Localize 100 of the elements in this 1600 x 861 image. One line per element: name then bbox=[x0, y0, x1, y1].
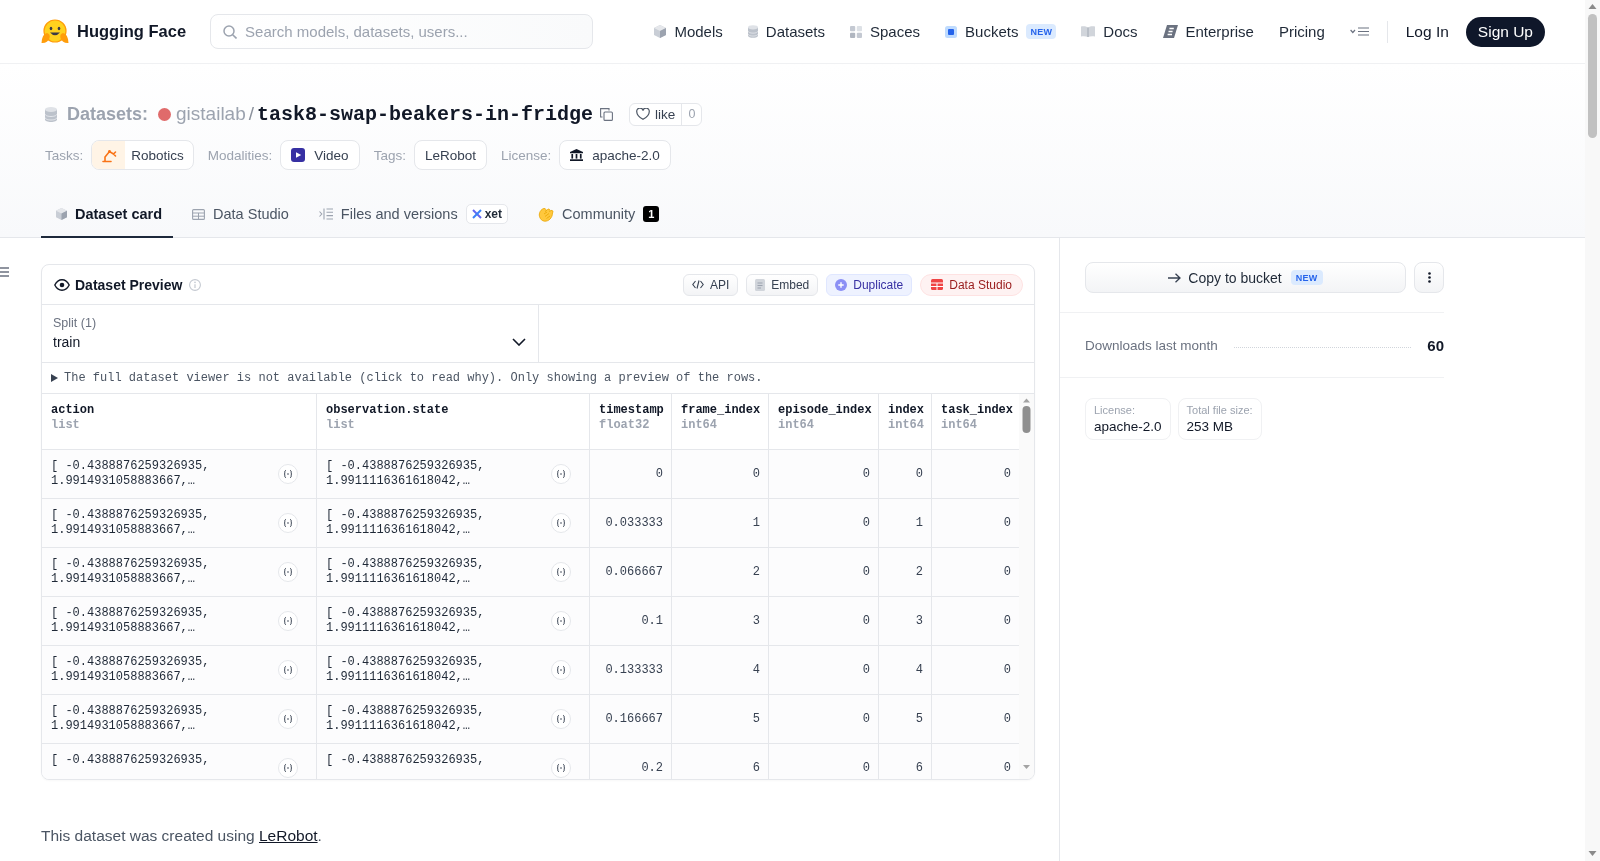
slanted-tile-icon bbox=[1162, 25, 1178, 38]
table-cell: 0 bbox=[769, 450, 879, 499]
column-type: list bbox=[326, 418, 356, 433]
data-studio-button[interactable]: Data Studio bbox=[920, 273, 1023, 296]
column-name: frame_index bbox=[681, 403, 759, 418]
table-cell: 0.033333 bbox=[590, 499, 672, 548]
list-preview-text: [ -0.4388876259326935, 1.9911116361618042,… bbox=[326, 704, 486, 734]
book-icon bbox=[1081, 26, 1096, 37]
column-type: float32 bbox=[599, 418, 651, 433]
split-label: Split (1) bbox=[53, 316, 98, 330]
file-list-icon bbox=[318, 208, 333, 220]
nav-link[interactable]: Spaces bbox=[850, 23, 921, 40]
page-scrollbar[interactable] bbox=[1585, 0, 1600, 861]
table-cell: 2 bbox=[879, 548, 932, 597]
table-icon bbox=[192, 208, 206, 220]
braces-icon[interactable] bbox=[551, 758, 571, 778]
eye-icon bbox=[54, 278, 70, 291]
braces-icon[interactable] bbox=[551, 709, 571, 729]
like-button[interactable]: like 0 bbox=[629, 102, 703, 126]
column-type: int64 bbox=[888, 418, 922, 433]
braces-icon[interactable] bbox=[278, 513, 298, 533]
meta-label: Tasks: bbox=[45, 147, 84, 163]
login-link[interactable]: Log In bbox=[1405, 22, 1449, 41]
table-cell: 2 bbox=[672, 548, 769, 597]
braces-icon[interactable] bbox=[278, 611, 298, 631]
braces-icon[interactable] bbox=[278, 709, 298, 729]
text-link[interactable]: LeRobot bbox=[259, 827, 318, 844]
tab[interactable]: Files and versions xet bbox=[303, 192, 520, 238]
square-icon bbox=[945, 25, 958, 38]
home-link[interactable]: Hugging Face bbox=[41, 18, 187, 45]
nav-link[interactable]: Docs bbox=[1081, 23, 1138, 40]
column-name: timestamp bbox=[599, 403, 662, 418]
meta-label: License: bbox=[500, 147, 552, 163]
table-cell: 0 bbox=[769, 548, 879, 597]
tab[interactable]: Data Studio bbox=[177, 192, 300, 238]
table-cell: 0 bbox=[672, 450, 769, 499]
new-badge: NEW bbox=[1290, 270, 1323, 285]
downloads-count: 60 bbox=[1427, 336, 1444, 354]
more-options-button[interactable] bbox=[1414, 262, 1444, 293]
split-select[interactable]: train bbox=[53, 334, 526, 350]
info-value: apache-2.0 bbox=[1094, 419, 1162, 434]
database-icon bbox=[747, 25, 758, 38]
copy-icon[interactable] bbox=[600, 107, 614, 121]
grid-icon bbox=[850, 25, 862, 38]
braces-icon[interactable] bbox=[278, 464, 298, 484]
tab[interactable]: Community 1 bbox=[523, 192, 671, 238]
plus-circle-icon bbox=[835, 278, 848, 291]
column-type: int64 bbox=[941, 418, 978, 433]
signup-button[interactable]: Sign Up bbox=[1465, 16, 1545, 47]
copy-to-bucket-button[interactable]: Copy to bucket NEW bbox=[1085, 262, 1406, 293]
braces-icon[interactable] bbox=[551, 611, 571, 631]
new-badge: NEW bbox=[1026, 24, 1057, 39]
tag-link[interactable]: LeRobot bbox=[413, 140, 487, 170]
api-button[interactable]: API bbox=[682, 273, 739, 296]
info-label: License: bbox=[1094, 404, 1136, 416]
nav-link[interactable]: Pricing bbox=[1278, 23, 1325, 40]
table-cell: 0 bbox=[590, 450, 672, 499]
column-name: episode_index bbox=[778, 403, 869, 418]
search-icon bbox=[223, 25, 238, 39]
table-cell: 0.133333 bbox=[590, 646, 672, 695]
preview-title: Dataset Preview bbox=[75, 276, 183, 293]
braces-icon[interactable] bbox=[551, 660, 571, 680]
table-cell: 0 bbox=[879, 450, 932, 499]
repo-type-label: Datasets: bbox=[67, 103, 149, 125]
tag-link[interactable]: Robotics bbox=[91, 140, 194, 170]
viewer-notice[interactable]: The full dataset viewer is not available (click to read why). Only showing a preview of the rows. bbox=[51, 371, 763, 385]
clapping-hands-icon bbox=[538, 206, 555, 222]
menu-icon[interactable] bbox=[1349, 27, 1369, 36]
repo-name[interactable]: task8-swap-beakers-in-fridge bbox=[257, 102, 594, 126]
table-icon bbox=[931, 279, 944, 290]
table-cell: 0.1 bbox=[590, 597, 672, 646]
xet-label: xet bbox=[484, 207, 503, 221]
list-preview-text: [ -0.4388876259326935, 1.9911116361618042,… bbox=[326, 606, 486, 636]
braces-icon[interactable] bbox=[278, 660, 298, 680]
nav-link[interactable]: Buckets NEW bbox=[945, 23, 1057, 40]
search-field[interactable]: Search models, datasets, users... bbox=[210, 14, 594, 49]
braces-icon[interactable] bbox=[551, 513, 571, 533]
tag-link[interactable]: apache-2.0 bbox=[559, 140, 671, 170]
embed-button[interactable]: Embed bbox=[746, 273, 819, 296]
table-cell: 5 bbox=[879, 695, 932, 744]
duplicate-button[interactable]: Duplicate bbox=[826, 273, 913, 296]
menu-icon[interactable] bbox=[0, 267, 9, 277]
robot-arm-icon bbox=[92, 141, 126, 169]
nav-link[interactable]: Datasets bbox=[747, 23, 825, 40]
table-cell: 0 bbox=[769, 499, 879, 548]
x-mark-icon bbox=[471, 209, 482, 219]
nav-link[interactable]: Models bbox=[654, 23, 723, 40]
braces-icon[interactable] bbox=[551, 562, 571, 582]
path-separator: / bbox=[248, 103, 255, 125]
braces-icon[interactable] bbox=[278, 758, 298, 778]
tab[interactable]: Dataset card bbox=[41, 192, 174, 238]
braces-icon[interactable] bbox=[551, 464, 571, 484]
column-type: list bbox=[51, 418, 81, 433]
tag-link[interactable]: Video bbox=[280, 140, 360, 170]
braces-icon[interactable] bbox=[278, 562, 298, 582]
list-preview-text: [ -0.4388876259326935, 1.9914931058883667,… bbox=[51, 508, 211, 538]
table-cell: 1 bbox=[879, 499, 932, 548]
nav-link[interactable]: Enterprise bbox=[1162, 23, 1254, 40]
table-cell: 4 bbox=[672, 646, 769, 695]
table-cell: 3 bbox=[672, 597, 769, 646]
